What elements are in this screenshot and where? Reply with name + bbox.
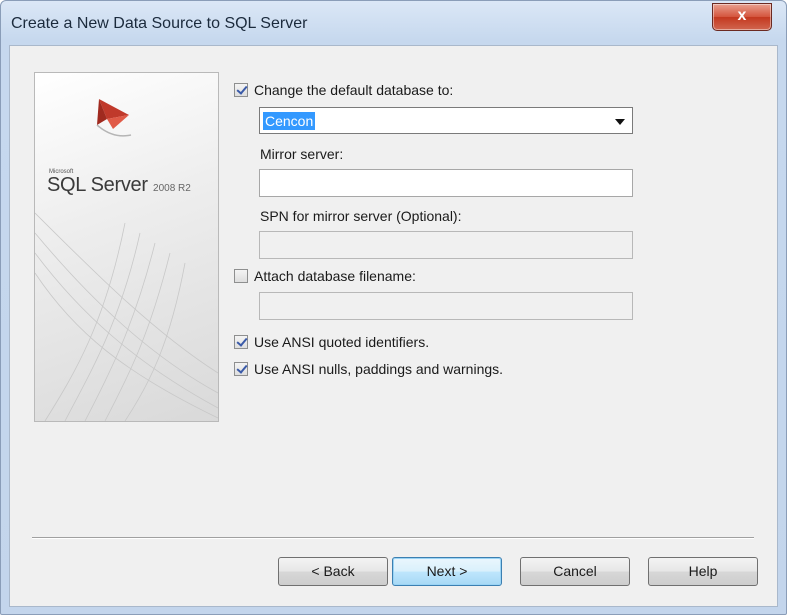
mirror-server-input[interactable] bbox=[259, 169, 633, 197]
cancel-button[interactable]: Cancel bbox=[520, 557, 630, 586]
ansi-nulls-label: Use ANSI nulls, paddings and warnings. bbox=[254, 361, 504, 377]
close-icon: x bbox=[737, 7, 747, 24]
sql-server-logo-icon bbox=[96, 99, 132, 137]
sql-server-banner: Microsoft SQL Server 2008 R2 bbox=[34, 72, 219, 422]
default-database-combobox[interactable]: Cencon bbox=[259, 107, 633, 134]
close-button[interactable]: x bbox=[712, 3, 772, 31]
default-database-value: Cencon bbox=[263, 112, 316, 130]
next-button[interactable]: Next > bbox=[392, 557, 502, 586]
title-bar[interactable]: Create a New Data Source to SQL Server x bbox=[1, 1, 786, 45]
product-name: SQL Server 2008 R2 bbox=[47, 174, 191, 197]
attach-db-option[interactable]: Attach database filename: bbox=[234, 268, 416, 284]
dialog-window: Create a New Data Source to SQL Server x bbox=[0, 0, 787, 615]
window-title: Create a New Data Source to SQL Server bbox=[11, 15, 308, 32]
change-default-db-label: Change the default database to: bbox=[254, 82, 454, 98]
button-separator bbox=[32, 537, 754, 539]
back-button[interactable]: < Back bbox=[278, 557, 388, 586]
attach-db-label: Attach database filename: bbox=[254, 268, 416, 284]
ansi-quoted-checkbox[interactable] bbox=[234, 335, 248, 349]
ansi-nulls-checkbox[interactable] bbox=[234, 362, 248, 376]
spn-mirror-input[interactable] bbox=[259, 231, 633, 259]
change-default-db-checkbox[interactable] bbox=[234, 83, 248, 97]
spn-mirror-label: SPN for mirror server (Optional): bbox=[260, 208, 462, 224]
help-button[interactable]: Help bbox=[648, 557, 758, 586]
version-text: 2008 R2 bbox=[153, 183, 191, 194]
ansi-quoted-option[interactable]: Use ANSI quoted identifiers. bbox=[234, 334, 429, 350]
attach-db-filename-input[interactable] bbox=[259, 292, 633, 320]
ansi-nulls-option[interactable]: Use ANSI nulls, paddings and warnings. bbox=[234, 361, 503, 377]
ansi-quoted-label: Use ANSI quoted identifiers. bbox=[254, 334, 430, 350]
brand-text: SQL Server bbox=[47, 174, 148, 196]
mirror-server-label: Mirror server: bbox=[260, 146, 344, 162]
chevron-down-icon[interactable] bbox=[615, 119, 625, 125]
dialog-client-area: Microsoft SQL Server 2008 R2 Change the … bbox=[9, 45, 778, 607]
attach-db-checkbox[interactable] bbox=[234, 269, 248, 283]
change-default-db-option[interactable]: Change the default database to: bbox=[234, 82, 453, 98]
